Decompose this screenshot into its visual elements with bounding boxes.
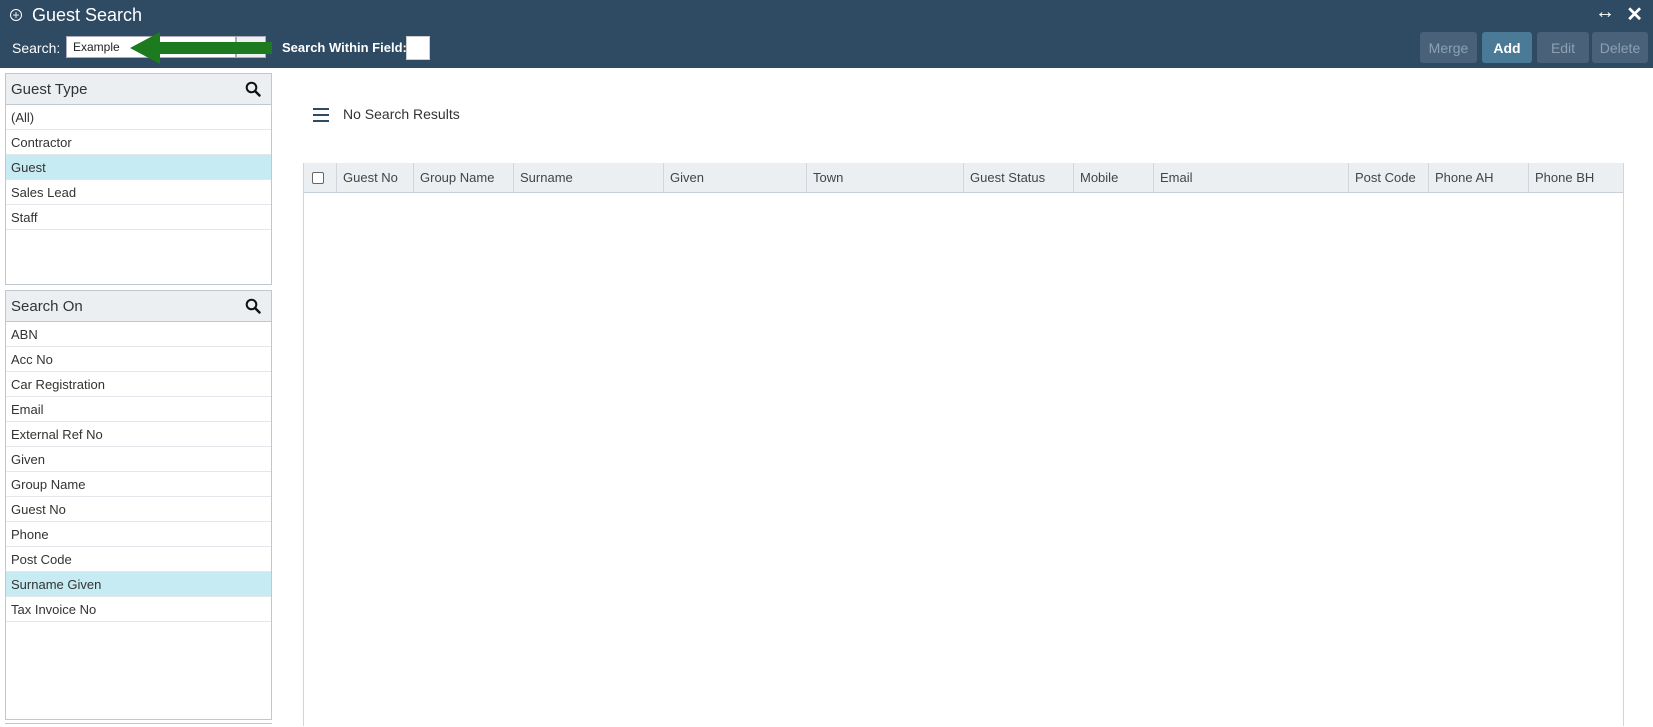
search_on-item[interactable]: Acc No (6, 347, 271, 372)
search_on-item[interactable]: Phone (6, 522, 271, 547)
select-all-checkbox[interactable] (312, 171, 324, 184)
guest-type-header: Guest Type (6, 74, 271, 105)
search-label: Search: (12, 40, 61, 56)
panel-divider (5, 723, 272, 727)
guest-type-list: (All) Contractor Guest Sales Lead Staff (6, 105, 271, 230)
menu-icon[interactable] (313, 108, 329, 126)
column-header[interactable]: Phone AH (1429, 163, 1529, 192)
column-header[interactable]: Guest Status (964, 163, 1074, 192)
search-on-panel: Search On ABN Acc No Car Registration Email… (5, 290, 272, 720)
search_on-item[interactable]: Email (6, 397, 271, 422)
search-icon[interactable] (245, 298, 261, 314)
search_on-item[interactable]: Given (6, 447, 271, 472)
add-circle-icon[interactable]: + (10, 9, 22, 21)
guest_type-item[interactable]: (All) (6, 105, 271, 130)
grid-header: Guest No Group Name Surname Given Town Guest … (304, 163, 1623, 193)
search_on-item[interactable]: Car Registration (6, 372, 271, 397)
search-on-list: ABN Acc No Car Registration Email External R… (6, 322, 271, 622)
search-on-header: Search On (6, 291, 271, 322)
results-status: No Search Results (343, 106, 460, 122)
window-title: Guest Search (32, 4, 143, 25)
merge-button[interactable]: Merge (1420, 32, 1477, 63)
column-header[interactable]: Surname (514, 163, 664, 192)
column-header[interactable]: Guest No (337, 163, 414, 192)
close-icon[interactable]: ✕ (1626, 2, 1643, 27)
column-header[interactable]: Given (664, 163, 807, 192)
guest-type-title: Guest Type (11, 80, 88, 98)
guest-type-panel: Guest Type (All) Contractor Guest Sales Lea… (5, 73, 272, 285)
select-all-checkbox-cell (304, 163, 337, 192)
search_on-item[interactable]: Surname Given (6, 572, 271, 597)
column-header[interactable]: Phone BH (1529, 163, 1625, 192)
window-header: + Guest Search ↔ ✕ Search: Search Within… (0, 0, 1653, 68)
edit-button[interactable]: Edit (1537, 32, 1589, 63)
search-icon[interactable] (245, 81, 261, 97)
column-header[interactable]: Town (807, 163, 964, 192)
guest_type-item[interactable]: Guest (6, 155, 271, 180)
column-header[interactable]: Post Code (1349, 163, 1429, 192)
guest_type-item[interactable]: Contractor (6, 130, 271, 155)
resize-icon[interactable]: ↔ (1595, 1, 1615, 24)
column-header[interactable]: Mobile (1074, 163, 1154, 192)
search_on-item[interactable]: Post Code (6, 547, 271, 572)
search-within-label: Search Within Field: (282, 40, 407, 55)
search-within-checkbox[interactable] (406, 36, 430, 60)
column-header[interactable]: Group Name (414, 163, 514, 192)
search_on-item[interactable]: Guest No (6, 497, 271, 522)
search_on-item[interactable]: Tax Invoice No (6, 597, 271, 622)
guest_type-item[interactable]: Sales Lead (6, 180, 271, 205)
search-on-title: Search On (11, 297, 83, 315)
search_on-item[interactable]: ABN (6, 322, 271, 347)
results-grid: Guest No Group Name Surname Given Town Guest … (303, 163, 1624, 726)
title-bar: + Guest Search (10, 3, 142, 27)
guest_type-item[interactable]: Staff (6, 205, 271, 230)
delete-button[interactable]: Delete (1592, 32, 1648, 63)
column-header[interactable]: Email (1154, 163, 1349, 192)
add-button[interactable]: Add (1482, 32, 1532, 63)
annotation-arrow-icon (130, 32, 272, 64)
search_on-item[interactable]: Group Name (6, 472, 271, 497)
search_on-item[interactable]: External Ref No (6, 422, 271, 447)
